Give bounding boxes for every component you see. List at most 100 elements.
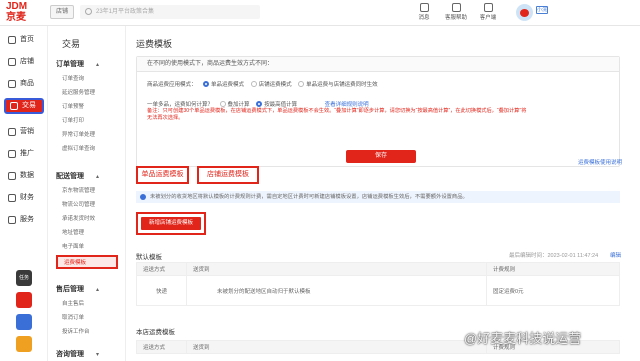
new-template-label: 新增店铺运费模板 — [141, 217, 201, 230]
sub-item[interactable]: 订单查询 — [62, 74, 84, 82]
radio-label: 单品运费与店铺运费同时生效 — [306, 82, 378, 88]
edit-link[interactable]: 编辑 — [610, 251, 621, 259]
radio-max[interactable] — [256, 101, 263, 107]
sub-item[interactable]: 订单预警 — [62, 102, 84, 110]
sub-item[interactable]: 虚拟订单查询 — [62, 144, 95, 152]
sub-item[interactable]: 物流公司管理 — [62, 200, 95, 208]
table-cell: 快递 — [136, 275, 187, 306]
calc-mode-row: 一单多品，运费如何计算？ 叠加计算 按最高值计算 查看详细规则说明 — [147, 100, 369, 108]
sub-item[interactable]: 订单打印 — [62, 116, 84, 124]
client-label: 客户端 — [479, 15, 497, 21]
radio-single[interactable] — [203, 81, 210, 87]
finance-icon — [8, 194, 16, 202]
radio-both[interactable] — [298, 81, 305, 87]
search-icon — [85, 8, 92, 15]
group-label: 咨询管理 — [56, 351, 84, 358]
sub-item[interactable]: 异常订单处理 — [62, 130, 95, 138]
nav-label: 首页 — [20, 36, 34, 43]
app-icon[interactable] — [16, 336, 32, 352]
main-content: 运费模板 在不同的使用模式下，商品运费生效方式不同： 商品运费应用模式： 单品运… — [126, 26, 640, 361]
sub-item[interactable]: 自主售后 — [62, 299, 84, 307]
chevron-up-icon: ▴ — [96, 174, 100, 180]
sub-item[interactable]: 投诉工作台 — [62, 327, 90, 335]
megaphone-icon — [8, 128, 16, 136]
monitor-icon — [483, 3, 493, 12]
new-template-button[interactable]: 新增店铺运费模板 — [136, 212, 206, 235]
nav-label: 服务 — [20, 216, 34, 223]
info-bar: 未被划分的收货地区将默认模板的计费规则计费，需自定地区计费时可新建店铺模板设置，… — [136, 191, 620, 203]
logo-text-cn: 京麦 — [6, 12, 26, 23]
updated-time: 最后编辑时间：2023-02-01 11:47:24 — [509, 253, 599, 259]
support-button[interactable]: 客服帮助 — [441, 3, 471, 21]
help-link[interactable]: 运费模板使用说明 — [578, 158, 622, 166]
top-bar: JDM 京麦 店铺 23年1月平台政策合集 消息 客服帮助 客户端 小浣 — [0, 0, 640, 26]
radio-label: 店铺运费模式 — [258, 82, 292, 88]
chevron-up-icon: ▴ — [96, 62, 100, 68]
group-aftersales[interactable]: 售后管理 ▴ — [56, 284, 99, 294]
apply-mode-row: 商品运费应用模式： 单品运费模式 店铺运费模式 单品运费与店铺运费同时生效 — [147, 80, 378, 88]
workspace-button[interactable]: 店铺 — [50, 5, 74, 19]
nav-item-store[interactable]: 店铺 — [4, 54, 44, 70]
avatar[interactable] — [516, 4, 533, 21]
bell-icon — [419, 3, 429, 12]
column-header: 计费规则 — [486, 262, 620, 276]
column-header: 送货到 — [186, 340, 487, 354]
jdm-logo[interactable]: JDM 京麦 — [6, 2, 40, 23]
promote-icon — [8, 150, 16, 158]
shop-tag: 小浣 — [536, 6, 548, 14]
group-label: 售后管理 — [56, 286, 84, 293]
transaction-icon — [10, 102, 18, 110]
support-label: 客服帮助 — [444, 15, 467, 21]
app-icon[interactable] — [16, 314, 32, 330]
table-header: 运送方式 送货到 计费规则 — [136, 262, 620, 276]
nav-item-transaction[interactable]: 交易 — [4, 98, 44, 114]
messages-button[interactable]: 消息 — [409, 3, 439, 21]
radio-label: 单品运费模式 — [211, 82, 245, 88]
sub-item[interactable]: 京东物流管理 — [62, 186, 95, 194]
app-icon[interactable] — [16, 292, 32, 308]
group-orders[interactable]: 订单管理 ▴ — [56, 59, 99, 69]
save-button[interactable]: 保存 — [346, 150, 416, 163]
group-delivery[interactable]: 配送管理 ▴ — [56, 171, 99, 181]
sub-item[interactable]: 地址管理 — [62, 228, 84, 236]
sub-item[interactable]: 承诺发货时效 — [62, 214, 95, 222]
nav-item-home[interactable]: 首页 — [4, 32, 44, 48]
info-text: 未被划分的收货地区将默认模板的计费规则计费，需自定地区计费时可新建店铺模板设置，… — [150, 194, 468, 200]
nav-item-marketing[interactable]: 营销 — [4, 124, 44, 140]
headset-icon — [451, 3, 461, 12]
search-placeholder: 23年1月平台政策合集 — [96, 9, 155, 15]
shop-section-title: 本店运费模板 — [136, 329, 175, 336]
nav-item-finance[interactable]: 财务 — [4, 190, 44, 206]
nav-label: 数据 — [20, 172, 34, 179]
nav-item-promote[interactable]: 推广 — [4, 146, 44, 162]
main-nav: 首页 店铺 商品 交易 营销 推广 数据 财务 服务 任务 — [0, 26, 48, 361]
default-section-title: 默认模板 — [136, 254, 162, 261]
sub-item-freight-template[interactable]: 运费模板 — [56, 255, 118, 269]
watermark: @好麦麦科技说运营 — [464, 331, 582, 346]
nav-item-service[interactable]: 服务 — [4, 212, 44, 228]
column-header: 运送方式 — [136, 340, 187, 354]
search-input[interactable]: 23年1月平台政策合集 — [80, 5, 260, 19]
column-header: 运送方式 — [136, 262, 187, 276]
nav-item-data[interactable]: 数据 — [4, 168, 44, 184]
group-consult[interactable]: 咨询管理 ▾ — [56, 349, 99, 359]
home-icon — [8, 36, 16, 44]
group-label: 配送管理 — [56, 173, 84, 180]
radio-store[interactable] — [250, 81, 257, 87]
sub-item[interactable]: 取消订单 — [62, 313, 84, 321]
group-label: 订单管理 — [56, 61, 84, 68]
tab-single-template[interactable]: 单品运费模板 — [136, 166, 189, 184]
task-app-icon[interactable]: 任务 — [16, 270, 32, 286]
nav-label: 交易 — [22, 102, 36, 109]
settings-box: 在不同的使用模式下，商品运费生效方式不同： 商品运费应用模式： 单品运费模式 店… — [136, 56, 620, 167]
nav-item-products[interactable]: 商品 — [4, 76, 44, 92]
settings-header: 在不同的使用模式下，商品运费生效方式不同： — [137, 57, 619, 72]
default-template-table: 运送方式 送货到 计费规则 快递 未被划分的配送地区自动归于默认模板 固定运费0… — [136, 262, 620, 306]
apply-mode-label: 商品运费应用模式： — [147, 82, 197, 88]
tab-store-template[interactable]: 店铺运费模板 — [197, 166, 259, 184]
client-button[interactable]: 客户端 — [473, 3, 503, 21]
sub-item[interactable]: 电子面单 — [62, 242, 84, 250]
radio-stack[interactable] — [219, 101, 226, 107]
logo-text-en: JDM — [6, 1, 28, 12]
sub-item[interactable]: 延迟服务管理 — [62, 88, 95, 96]
